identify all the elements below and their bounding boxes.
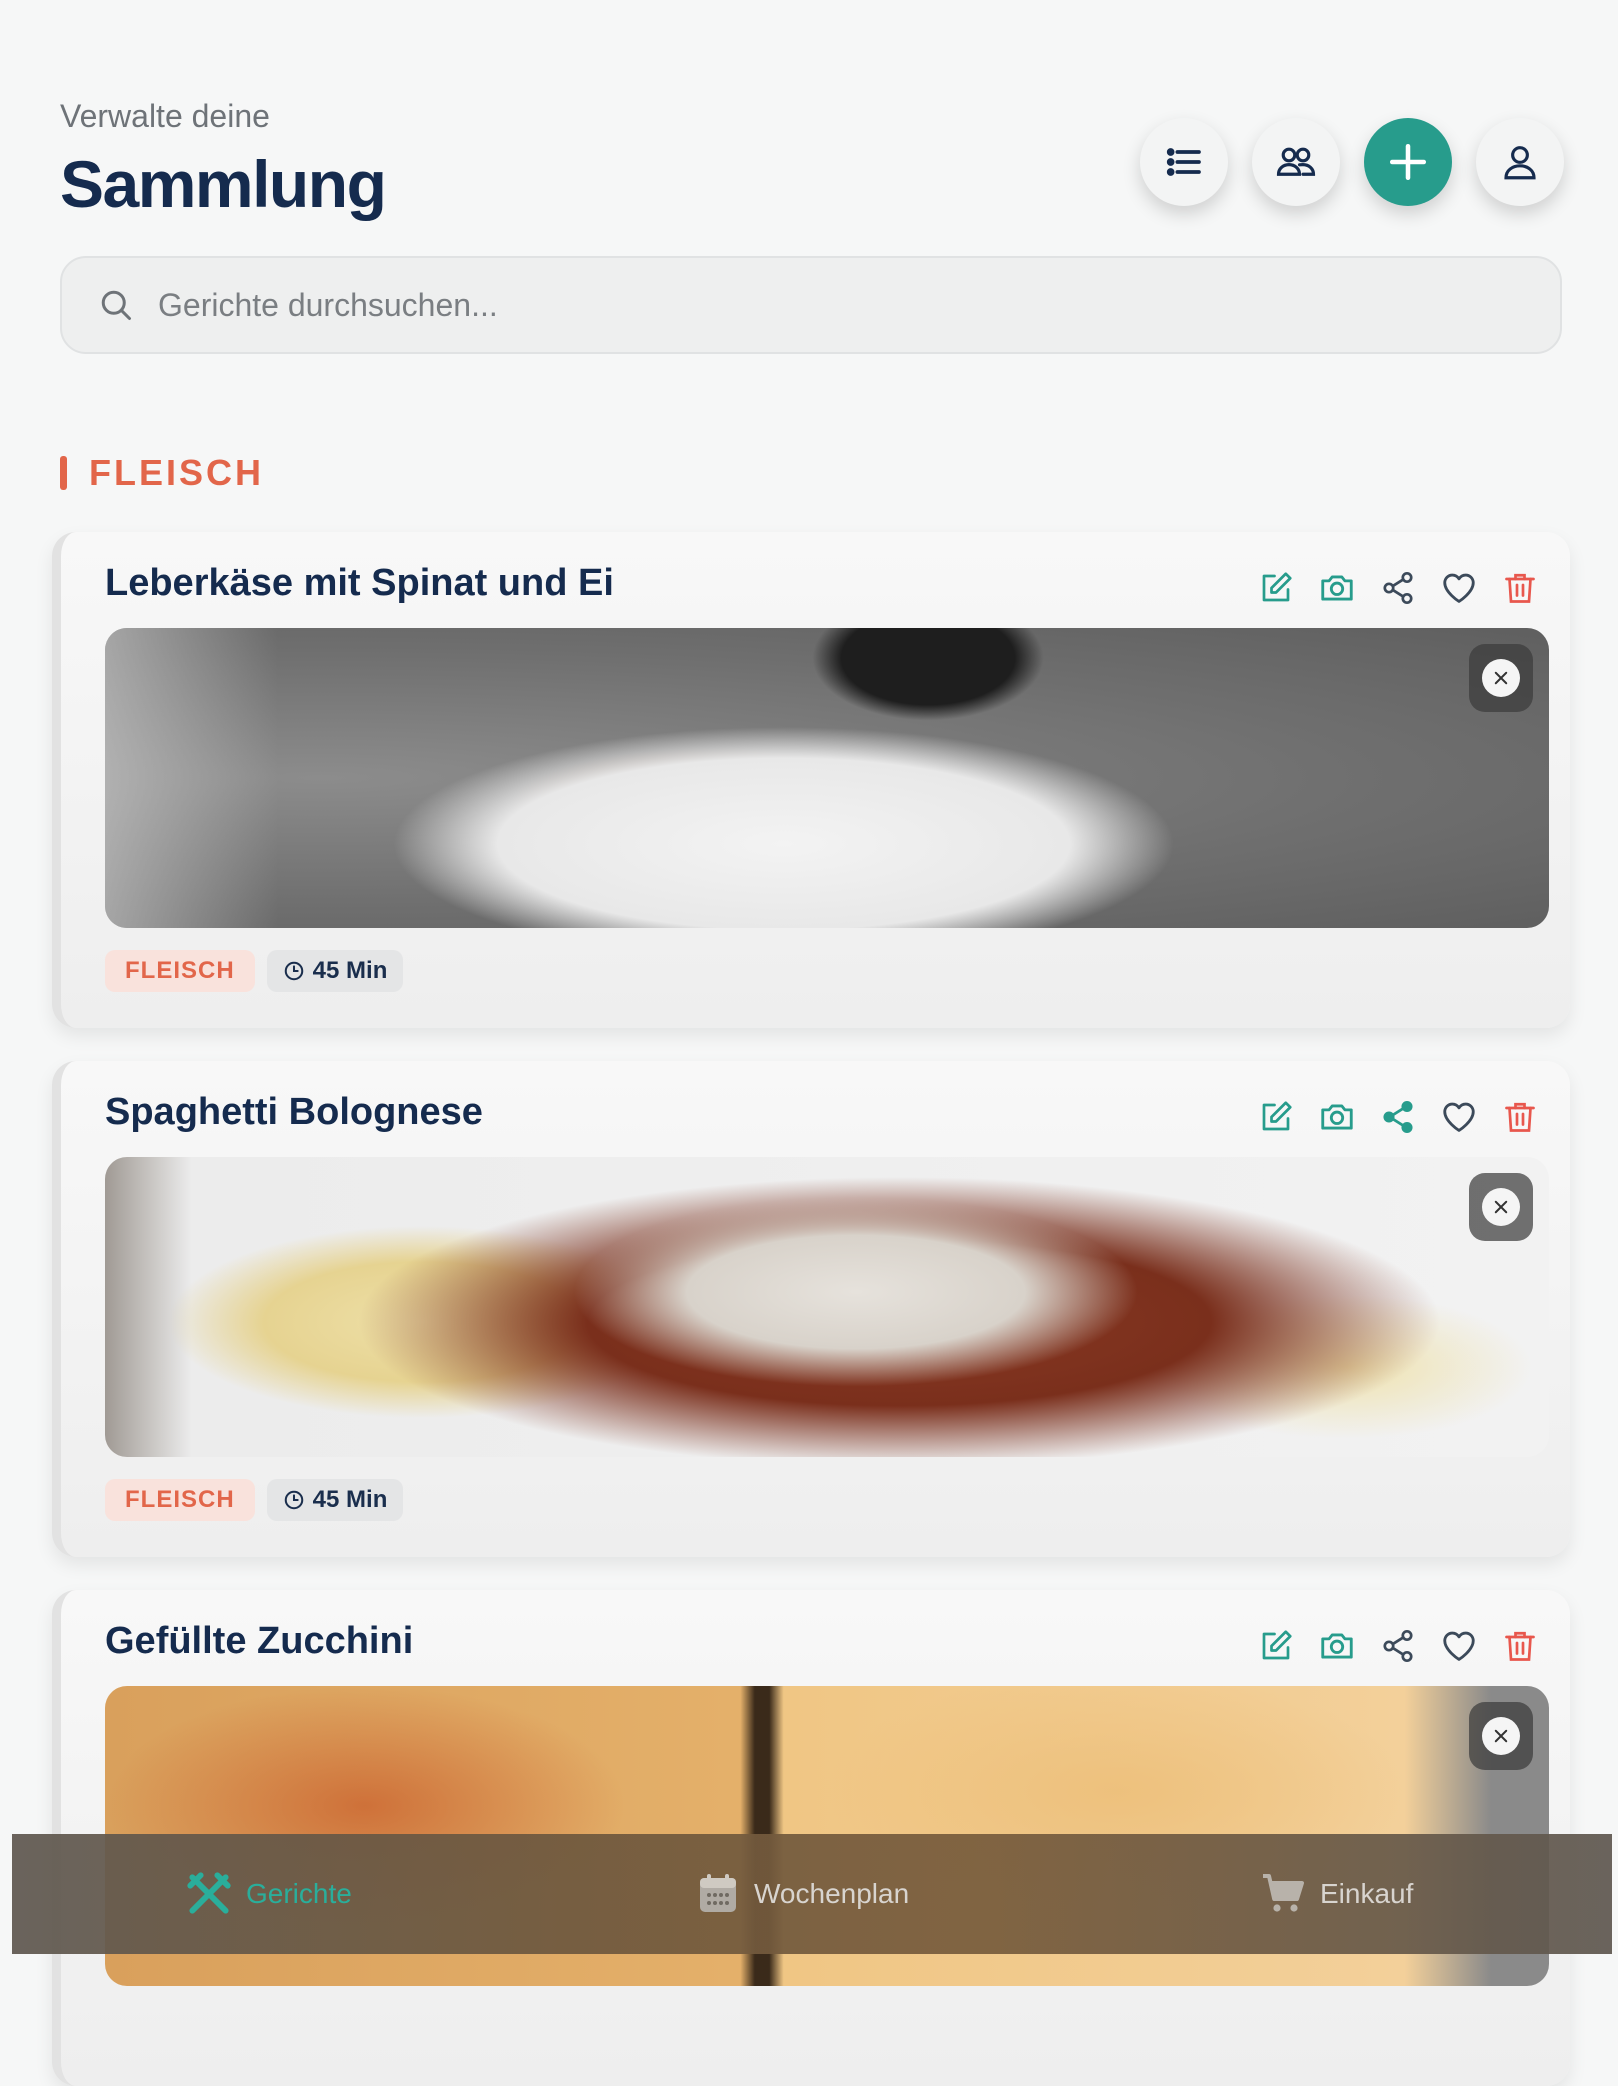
recipe-card[interactable]: Spaghetti Bolognese FLEISCH 45 Min xyxy=(52,1061,1570,1557)
recipe-actions xyxy=(1237,566,1542,610)
category-accent-bar xyxy=(60,456,67,490)
trash-icon xyxy=(1505,573,1535,603)
delete-button[interactable] xyxy=(1498,1095,1542,1139)
share-icon xyxy=(1383,571,1413,605)
heart-icon xyxy=(1443,573,1475,603)
cart-icon xyxy=(1263,1874,1304,1912)
recipe-actions xyxy=(1237,1624,1542,1668)
search-bar[interactable] xyxy=(60,256,1562,354)
nav-label: Einkauf xyxy=(1320,1878,1414,1909)
camera-icon xyxy=(1321,575,1353,601)
close-icon xyxy=(1494,671,1508,685)
category-tag: FLEISCH xyxy=(105,1479,255,1521)
camera-icon xyxy=(1321,1633,1353,1659)
clock-icon xyxy=(284,1490,303,1510)
edit-button[interactable] xyxy=(1254,566,1298,610)
calendar-icon xyxy=(700,1874,736,1912)
plus-icon xyxy=(1389,143,1427,181)
add-recipe-button[interactable] xyxy=(1364,118,1452,206)
nav-item-gerichte[interactable]: Gerichte xyxy=(184,1834,352,1954)
edit-button[interactable] xyxy=(1254,1624,1298,1668)
nav-item-einkauf[interactable]: Einkauf xyxy=(1260,1834,1413,1954)
page-title: Sammlung xyxy=(60,147,387,221)
share-icon xyxy=(1383,1100,1413,1134)
edit-icon xyxy=(1262,572,1292,602)
category-label: FLEISCH xyxy=(89,452,265,493)
recipe-title: Spaghetti Bolognese xyxy=(105,1091,483,1133)
groups-button[interactable] xyxy=(1252,118,1340,206)
cutlery-icon xyxy=(187,1872,231,1914)
trash-icon xyxy=(1505,1102,1535,1132)
share-button[interactable] xyxy=(1376,1095,1420,1139)
users-icon xyxy=(1276,147,1316,176)
user-icon xyxy=(1504,146,1536,180)
nav-label: Gerichte xyxy=(246,1878,352,1909)
time-value: 45 Min xyxy=(312,957,388,984)
time-value: 45 Min xyxy=(312,1486,388,1513)
heart-icon xyxy=(1443,1102,1475,1132)
favorite-button[interactable] xyxy=(1437,1095,1481,1139)
share-icon xyxy=(1383,1629,1413,1663)
favorite-button[interactable] xyxy=(1437,566,1481,610)
category-tag: FLEISCH xyxy=(105,950,255,992)
delete-button[interactable] xyxy=(1498,566,1542,610)
page-subtitle: Verwalte deine xyxy=(60,98,270,134)
clock-icon xyxy=(284,961,303,981)
nav-item-wochenplan[interactable]: Wochenplan xyxy=(694,1834,909,1954)
recipe-title: Leberkäse mit Spinat und Ei xyxy=(105,562,614,604)
close-icon xyxy=(1494,1200,1508,1214)
list-view-button[interactable] xyxy=(1140,118,1228,206)
delete-button[interactable] xyxy=(1498,1624,1542,1668)
recipe-tags: FLEISCH 45 Min xyxy=(105,950,404,992)
close-icon xyxy=(1494,1729,1508,1743)
share-button[interactable] xyxy=(1376,1624,1420,1668)
heart-icon xyxy=(1443,1631,1475,1661)
time-tag: 45 Min xyxy=(266,950,404,992)
add-photo-button[interactable] xyxy=(1315,1095,1359,1139)
favorite-button[interactable] xyxy=(1437,1624,1481,1668)
edit-button[interactable] xyxy=(1254,1095,1298,1139)
camera-icon xyxy=(1321,1104,1353,1130)
recipe-card[interactable]: Leberkäse mit Spinat und Ei FLEISCH 45 M… xyxy=(52,532,1570,1028)
remove-photo-button[interactable] xyxy=(1469,1702,1533,1770)
remove-photo-button[interactable] xyxy=(1469,644,1533,712)
search-icon xyxy=(101,290,131,320)
recipe-photo xyxy=(105,1157,1549,1457)
trash-icon xyxy=(1505,1631,1535,1661)
add-photo-button[interactable] xyxy=(1315,1624,1359,1668)
bottom-navigation: Gerichte Wochenplan Einkauf xyxy=(12,1834,1612,1954)
recipe-actions xyxy=(1237,1095,1542,1139)
search-input[interactable] xyxy=(156,285,1560,325)
edit-icon xyxy=(1262,1630,1292,1660)
list-icon xyxy=(1166,148,1201,176)
recipe-photo xyxy=(105,628,1549,928)
remove-photo-button[interactable] xyxy=(1469,1173,1533,1241)
add-photo-button[interactable] xyxy=(1315,566,1359,610)
time-tag: 45 Min xyxy=(266,1479,404,1521)
category-heading: FLEISCH xyxy=(60,452,264,494)
recipe-title: Gefüllte Zucchini xyxy=(105,1620,414,1662)
profile-button[interactable] xyxy=(1476,118,1564,206)
share-button[interactable] xyxy=(1376,566,1420,610)
edit-icon xyxy=(1262,1101,1292,1131)
recipe-tags: FLEISCH 45 Min xyxy=(105,1479,404,1521)
nav-label: Wochenplan xyxy=(754,1878,910,1909)
